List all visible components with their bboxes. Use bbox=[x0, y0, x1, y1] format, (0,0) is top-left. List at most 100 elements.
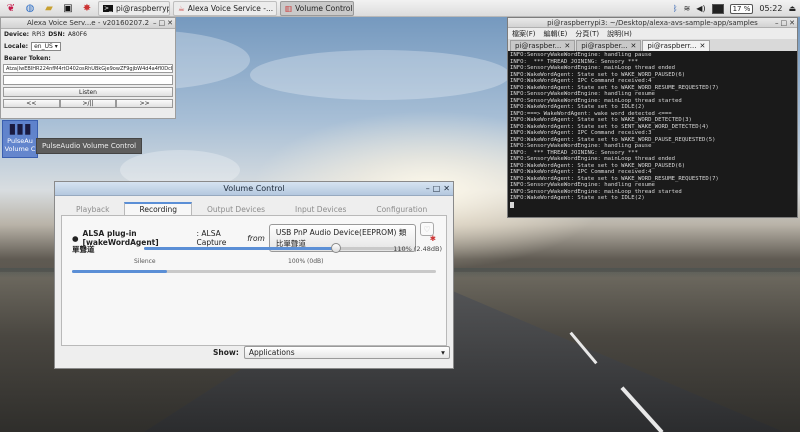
tab-input-devices[interactable]: Input Devices bbox=[280, 202, 361, 215]
from-label: from bbox=[247, 233, 265, 243]
volume-slider-knob[interactable] bbox=[331, 243, 342, 253]
battery-indicator[interactable]: 17 % bbox=[729, 3, 754, 14]
close-icon[interactable]: ✕ bbox=[631, 42, 637, 50]
chevron-down-icon: ▾ bbox=[441, 348, 445, 357]
dsn-label: DSN: bbox=[48, 31, 65, 38]
volume-app-icon: ▥ bbox=[285, 3, 293, 13]
terminal-output[interactable]: INFO:SensoryWakeWordEngine: handling pau… bbox=[508, 51, 797, 217]
tab-label: pi@raspber... bbox=[581, 42, 628, 50]
task-terminal[interactable]: >_ pi@raspberrypi3: ~/ bbox=[98, 0, 170, 16]
task-alexa[interactable]: ☕ Alexa Voice Service -... bbox=[173, 0, 277, 16]
channel-label: 單聲道 bbox=[72, 245, 95, 254]
tab-label: pi@raspberr... bbox=[647, 42, 697, 50]
clock[interactable]: 05:22 bbox=[759, 4, 782, 13]
locale-value: en_US bbox=[34, 43, 53, 50]
speaker-icon[interactable]: ◀) bbox=[696, 4, 705, 13]
wifi-icon[interactable]: ≋ bbox=[684, 4, 691, 13]
peak-meter-fill bbox=[72, 270, 167, 273]
task-label: Alexa Voice Service -... bbox=[187, 3, 274, 13]
maximize-icon[interactable]: □ bbox=[433, 184, 441, 193]
window-title: pi@raspberrypi3: ~/Desktop/alexa-avs-sam… bbox=[547, 18, 758, 27]
bluetooth-icon[interactable]: ᛒ bbox=[673, 4, 678, 13]
minimize-icon[interactable]: – bbox=[775, 19, 779, 27]
tab-configuration[interactable]: Configuration bbox=[361, 202, 442, 215]
bearer-label: Bearer Token: bbox=[4, 55, 51, 62]
cpu-monitor-icon bbox=[711, 3, 724, 14]
maximize-icon[interactable]: □ bbox=[781, 19, 788, 27]
menu-help[interactable]: 說明(H) bbox=[607, 29, 632, 39]
dsn-value: A80F6 bbox=[67, 31, 87, 38]
file-manager-icon[interactable]: ▰ bbox=[41, 1, 57, 15]
minimize-icon[interactable]: – bbox=[153, 19, 157, 27]
playback-controls: << >/|| >> bbox=[3, 99, 174, 108]
play-pause-button[interactable]: >/|| bbox=[59, 99, 117, 108]
locale-label: Locale: bbox=[4, 43, 29, 50]
terminal-titlebar[interactable]: pi@raspberrypi3: ~/Desktop/alexa-avs-sam… bbox=[508, 18, 797, 28]
device-value: RPi3 bbox=[32, 31, 46, 38]
recording-panel: ● ALSA plug-in [wakeWordAgent] : ALSA Ca… bbox=[61, 216, 447, 346]
close-icon[interactable]: ✕ bbox=[699, 42, 705, 50]
icon-label-line-1: PulseAu bbox=[7, 137, 33, 145]
terminal-icon[interactable]: ▣ bbox=[60, 1, 76, 15]
hundred-percent-label: 100% (0dB) bbox=[288, 258, 324, 265]
token-field[interactable]: Atza|IwEBIHR224nfM4rtO402osRhUBkGje9owZF… bbox=[3, 64, 173, 73]
terminal-line: INFO:WakeWordAgent: State set to IDLE(2) bbox=[510, 195, 645, 201]
volume-slider-fill bbox=[144, 247, 337, 250]
task-label: Volume Control bbox=[295, 3, 353, 13]
java-icon: ☕ bbox=[178, 3, 185, 13]
show-filter: Show: Applications ▾ bbox=[213, 346, 450, 359]
tab-output-devices[interactable]: Output Devices bbox=[192, 202, 280, 215]
browser-icon[interactable]: ◍ bbox=[22, 1, 38, 15]
tab-playback[interactable]: Playback bbox=[61, 202, 124, 215]
menu-file[interactable]: 檔案(F) bbox=[512, 29, 536, 39]
task-label: pi@raspberrypi3: ~/ bbox=[116, 3, 169, 13]
alexa-titlebar[interactable]: Alexa Voice Serv...e - v20160207.2 – □ ✕ bbox=[1, 18, 175, 29]
mixer-icon: ▮▮▮ bbox=[8, 121, 32, 137]
stream-app-name: ALSA plug-in [wakeWordAgent] bbox=[82, 229, 159, 247]
microphone-icon: ● bbox=[72, 233, 79, 243]
show-select[interactable]: Applications ▾ bbox=[243, 346, 450, 359]
previous-button[interactable]: << bbox=[3, 99, 60, 108]
tab-label: pi@raspber... bbox=[515, 42, 562, 50]
window-title: Volume Control bbox=[223, 184, 285, 193]
terminal-tabs: pi@raspber... ✕ pi@raspber... ✕ pi@raspb… bbox=[508, 39, 797, 51]
window-title: Alexa Voice Serv...e - v20160207.2 bbox=[26, 19, 150, 27]
locale-row: Locale: en_US ▾ bbox=[1, 40, 175, 53]
wolfram-icon[interactable]: ✸ bbox=[79, 1, 95, 15]
close-icon[interactable]: ✕ bbox=[789, 19, 795, 27]
volume-slider[interactable] bbox=[144, 243, 406, 253]
tab-recording[interactable]: Recording bbox=[124, 202, 192, 215]
close-icon[interactable]: ✕ bbox=[564, 42, 570, 50]
task-volume-control[interactable]: ▥ Volume Control bbox=[280, 0, 354, 16]
next-button[interactable]: >> bbox=[116, 99, 174, 108]
minimize-icon[interactable]: – bbox=[426, 184, 430, 193]
terminal-tab-1[interactable]: pi@raspber... ✕ bbox=[510, 40, 576, 51]
close-icon[interactable]: ✕ bbox=[167, 19, 173, 27]
show-value: Applications bbox=[248, 348, 295, 357]
terminal-window: pi@raspberrypi3: ~/Desktop/alexa-avs-sam… bbox=[507, 17, 798, 218]
menu-tabs[interactable]: 分頁(T) bbox=[575, 29, 599, 39]
listen-button[interactable]: Listen bbox=[3, 87, 173, 97]
terminal-tab-3[interactable]: pi@raspberr... ✕ bbox=[642, 40, 711, 51]
maximize-icon[interactable]: □ bbox=[159, 19, 166, 27]
mute-button[interactable]: ♡ bbox=[420, 222, 434, 236]
volume-titlebar[interactable]: Volume Control – □ ✕ bbox=[55, 182, 453, 196]
mute-icon: ♡ bbox=[423, 224, 431, 234]
terminal-tab-2[interactable]: pi@raspber... ✕ bbox=[576, 40, 642, 51]
terminal-menubar: 檔案(F) 編輯(E) 分頁(T) 說明(H) bbox=[508, 28, 797, 39]
close-icon[interactable]: ✕ bbox=[443, 184, 450, 193]
pulseaudio-desktop-icon[interactable]: ▮▮▮ PulseAu Volume C bbox=[2, 120, 38, 158]
wallpaper-cloud bbox=[250, 50, 510, 100]
blank-field[interactable] bbox=[3, 75, 173, 85]
icon-label-line-2: Volume C bbox=[4, 145, 36, 153]
taskbar: ❦ ◍ ▰ ▣ ✸ >_ pi@raspberrypi3: ~/ ☕ Alexa… bbox=[0, 0, 800, 17]
stream-description: : ALSA Capture bbox=[196, 229, 227, 247]
menu-edit[interactable]: 編輯(E) bbox=[544, 29, 568, 39]
raspberry-menu-icon[interactable]: ❦ bbox=[3, 1, 19, 15]
volume-percent: 110% (2.48dB) bbox=[393, 245, 442, 253]
alexa-window: Alexa Voice Serv...e - v20160207.2 – □ ✕… bbox=[0, 17, 176, 119]
eject-icon[interactable]: ⏏ bbox=[788, 4, 796, 13]
locale-select[interactable]: en_US ▾ bbox=[31, 42, 61, 51]
chevron-down-icon: ▾ bbox=[54, 43, 58, 50]
device-label: Device: bbox=[4, 31, 30, 38]
